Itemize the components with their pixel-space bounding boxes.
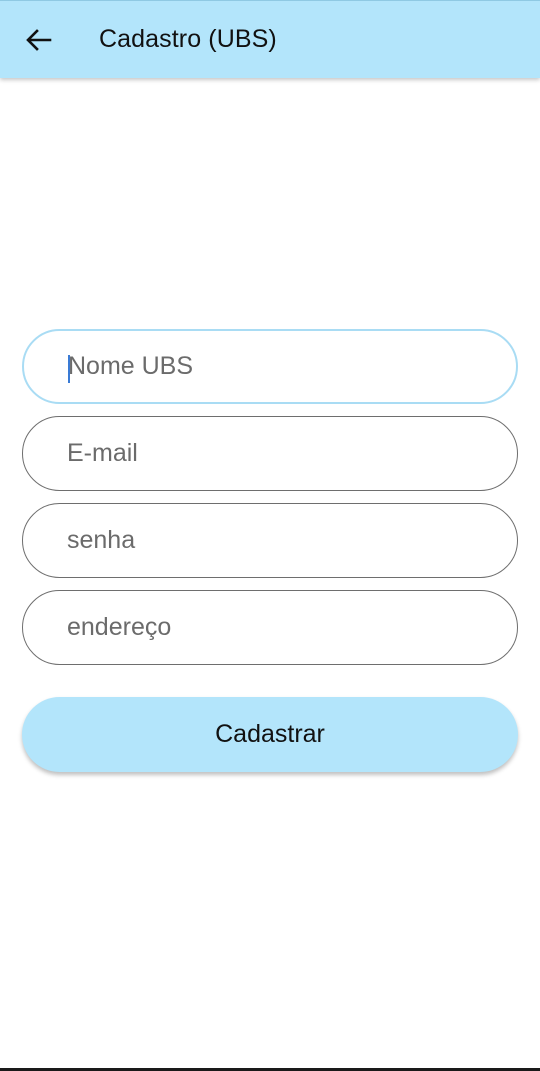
senha-field-container (22, 503, 518, 578)
endereco-field-container (22, 590, 518, 665)
endereco-input[interactable] (67, 613, 487, 642)
app-bar: Cadastro (UBS) (0, 0, 540, 78)
back-button[interactable] (24, 25, 54, 55)
cadastrar-button-label: Cadastrar (215, 720, 325, 748)
nome-ubs-field-container (22, 329, 518, 404)
text-cursor (68, 355, 70, 383)
email-field-container (22, 416, 518, 491)
cadastrar-button[interactable]: Cadastrar (22, 697, 518, 772)
nome-ubs-input[interactable] (68, 352, 488, 381)
screen: Cadastro (UBS) Cadastrar (0, 0, 540, 1071)
registration-form (22, 329, 518, 677)
senha-input[interactable] (67, 526, 487, 555)
page-title: Cadastro (UBS) (99, 25, 277, 53)
arrow-left-icon (26, 28, 52, 51)
email-input[interactable] (67, 439, 487, 468)
